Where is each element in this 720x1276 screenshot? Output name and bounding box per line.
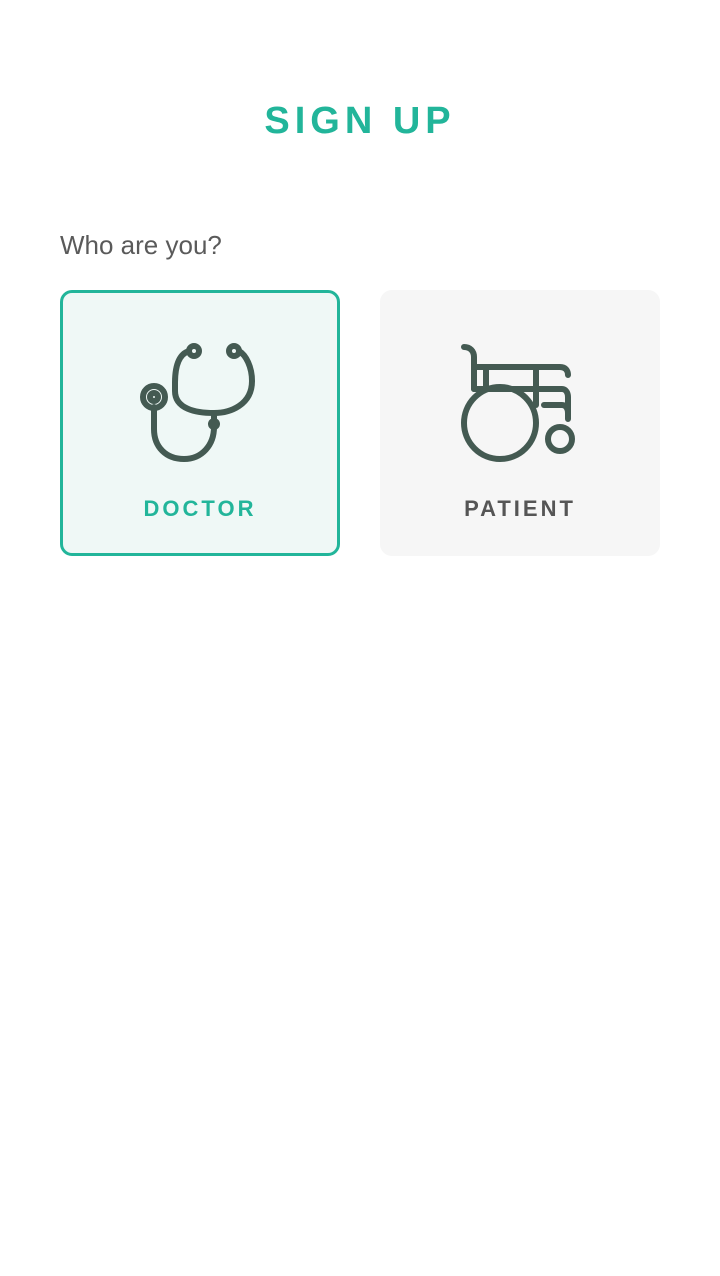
page-title: SIGN UP xyxy=(264,100,456,142)
role-question: Who are you? xyxy=(60,230,222,260)
patient-option-label: PATIENT xyxy=(464,496,576,521)
stethoscope-icon xyxy=(140,343,255,462)
patient-option-card[interactable]: PATIENT xyxy=(380,290,660,556)
doctor-option-label: DOCTOR xyxy=(143,496,257,521)
wheelchair-icon xyxy=(461,344,575,462)
doctor-option-card[interactable]: DOCTOR xyxy=(60,290,340,556)
